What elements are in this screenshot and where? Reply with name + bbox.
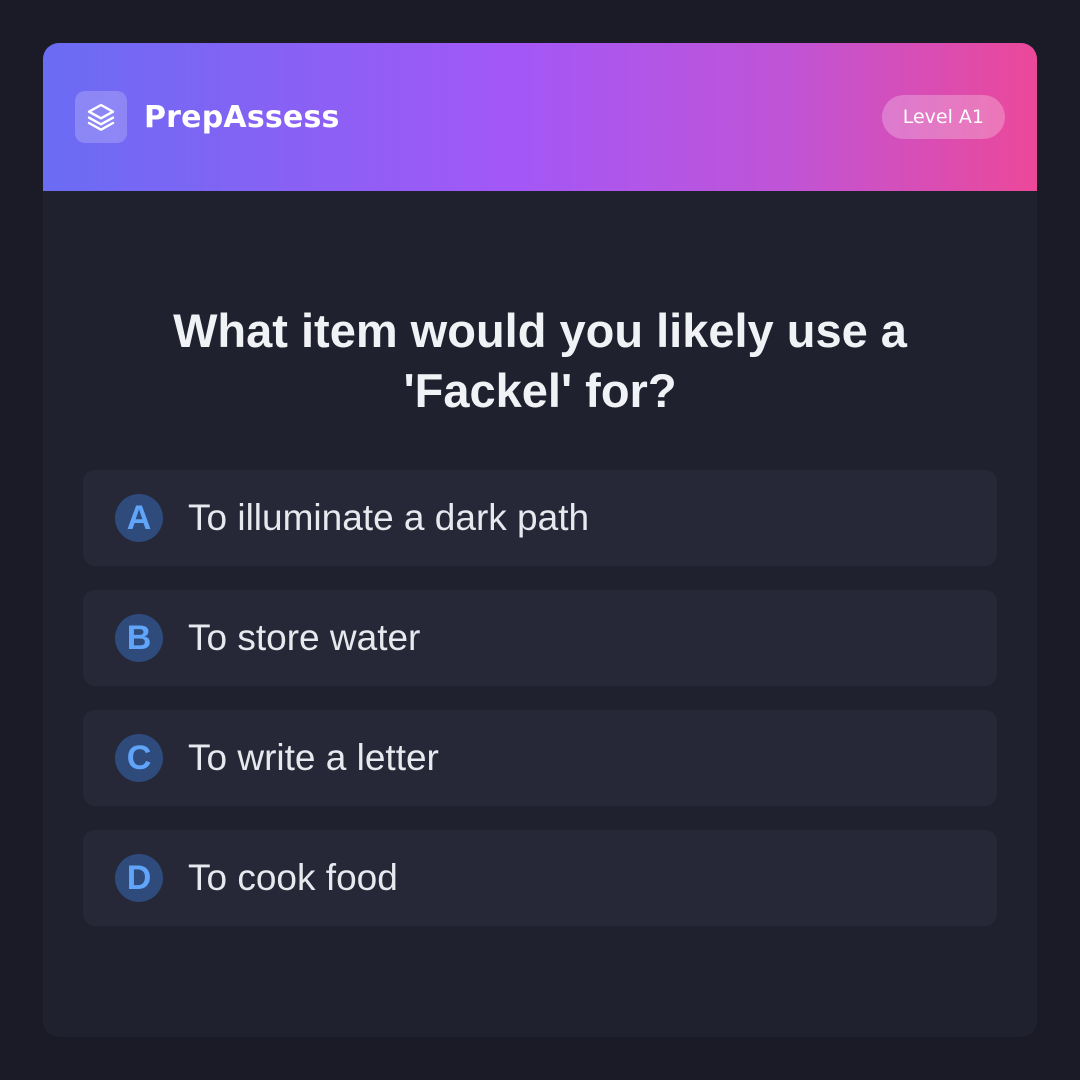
quiz-card: PrepAssess Level A1 What item would you …: [43, 43, 1037, 1037]
option-letter-badge: C: [115, 734, 163, 782]
app-name: PrepAssess: [144, 99, 340, 135]
option-letter-badge: B: [115, 614, 163, 662]
layers-icon: [87, 103, 115, 131]
option-text: To illuminate a dark path: [188, 497, 590, 538]
option-text: To cook food: [188, 857, 398, 898]
option-text: To write a letter: [188, 737, 439, 778]
answer-option-b[interactable]: B To store water: [83, 590, 997, 686]
answer-option-a[interactable]: A To illuminate a dark path: [83, 470, 997, 566]
brand: PrepAssess: [75, 91, 340, 143]
option-letter-badge: A: [115, 494, 163, 542]
level-badge: Level A1: [881, 95, 1005, 139]
logo: [75, 91, 127, 143]
option-letter-badge: D: [115, 854, 163, 902]
answer-option-c[interactable]: C To write a letter: [83, 710, 997, 806]
answer-option-d[interactable]: D To cook food: [83, 830, 997, 926]
option-text: To store water: [188, 617, 421, 658]
answer-options: A To illuminate a dark path B To store w…: [83, 470, 997, 950]
question-text: What item would you likely use a 'Fackel…: [173, 304, 907, 417]
header-bar: PrepAssess Level A1: [43, 43, 1037, 191]
